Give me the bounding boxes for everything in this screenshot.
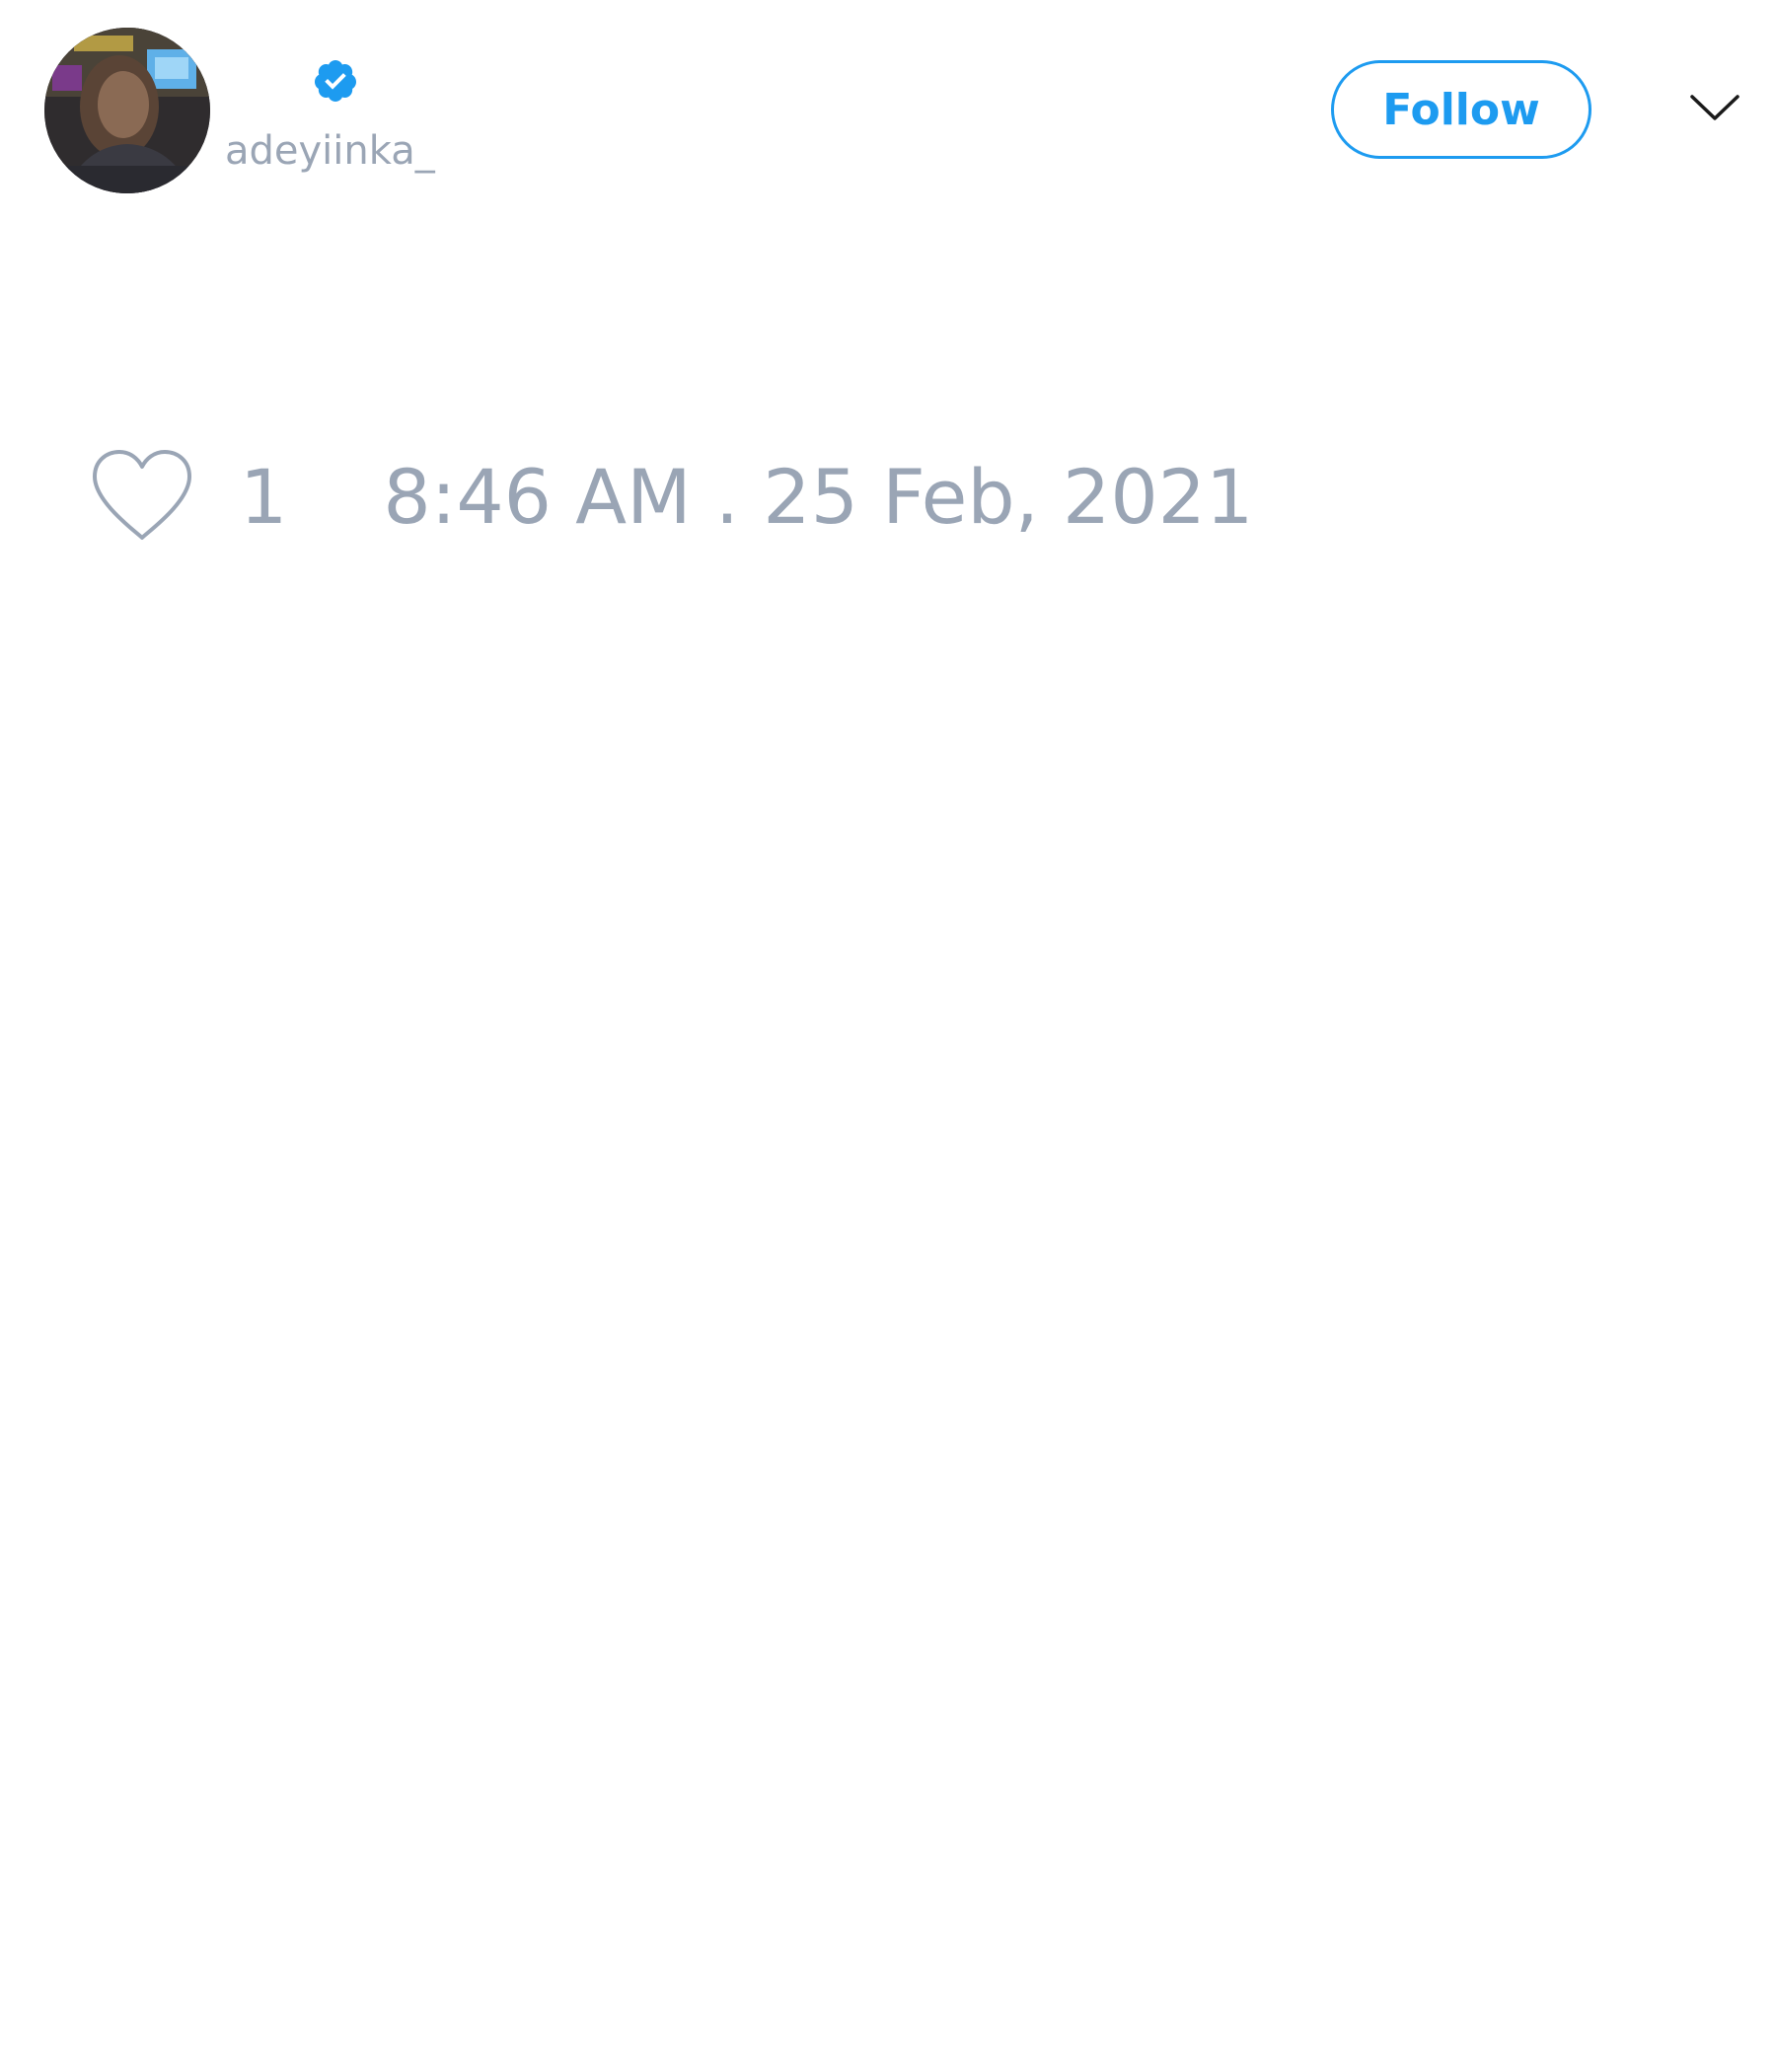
follow-button[interactable]: Follow [1331, 60, 1591, 159]
verified-badge-icon [314, 60, 356, 102]
tweet-actions: 1 8:46 AM . 25 Feb, 2021 [89, 442, 1253, 551]
tweet-timestamp[interactable]: 8:46 AM . 25 Feb, 2021 [383, 453, 1253, 541]
avatar[interactable] [44, 28, 210, 193]
chevron-down-icon[interactable] [1689, 89, 1740, 128]
like-count: 1 [240, 452, 288, 541]
tweet-card: adeyiinka_ Follow 1 8:46 AM . 25 Feb, 20… [0, 0, 1776, 2072]
heart-icon[interactable] [89, 447, 195, 546]
author-handle[interactable]: adeyiinka_ [225, 126, 435, 176]
avatar-photo [44, 28, 210, 193]
